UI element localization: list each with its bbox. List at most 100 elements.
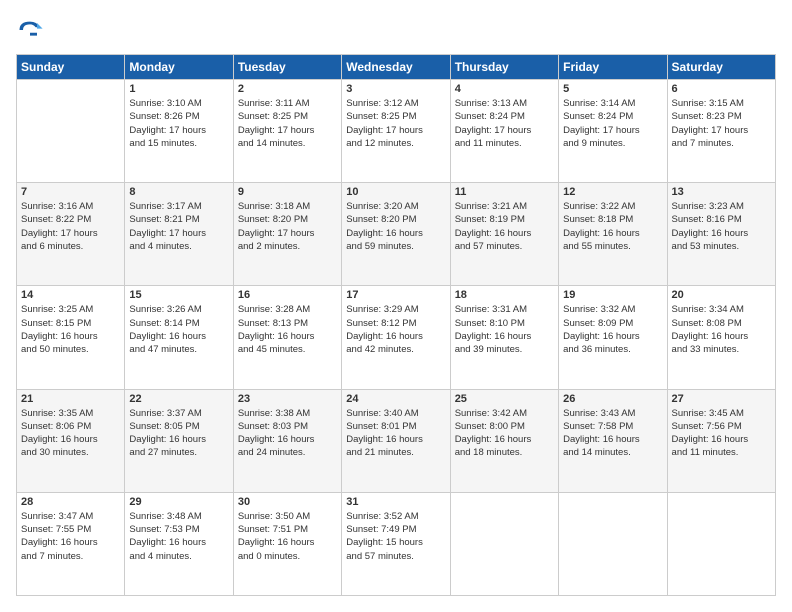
day-info: Sunrise: 3:31 AM Sunset: 8:10 PM Dayligh…: [455, 303, 554, 356]
day-cell: 10 Sunrise: 3:20 AM Sunset: 8:20 PM Dayli…: [342, 183, 450, 286]
day-number: 16: [238, 289, 337, 301]
day-number: 5: [563, 83, 662, 95]
day-number: 21: [21, 393, 120, 405]
day-info: Sunrise: 3:34 AM Sunset: 8:08 PM Dayligh…: [672, 303, 771, 356]
day-cell: 30 Sunrise: 3:50 AM Sunset: 7:51 PM Dayli…: [233, 492, 341, 595]
day-info: Sunrise: 3:18 AM Sunset: 8:20 PM Dayligh…: [238, 200, 337, 253]
day-number: 31: [346, 496, 445, 508]
day-cell: 21 Sunrise: 3:35 AM Sunset: 8:06 PM Dayli…: [17, 389, 125, 492]
day-info: Sunrise: 3:40 AM Sunset: 8:01 PM Dayligh…: [346, 407, 445, 460]
day-cell: 5 Sunrise: 3:14 AM Sunset: 8:24 PM Daylig…: [559, 80, 667, 183]
day-info: Sunrise: 3:13 AM Sunset: 8:24 PM Dayligh…: [455, 97, 554, 150]
day-info: Sunrise: 3:48 AM Sunset: 7:53 PM Dayligh…: [129, 510, 228, 563]
day-cell: 26 Sunrise: 3:43 AM Sunset: 7:58 PM Dayli…: [559, 389, 667, 492]
day-info: Sunrise: 3:43 AM Sunset: 7:58 PM Dayligh…: [563, 407, 662, 460]
day-info: Sunrise: 3:12 AM Sunset: 8:25 PM Dayligh…: [346, 97, 445, 150]
week-row-5: 28 Sunrise: 3:47 AM Sunset: 7:55 PM Dayli…: [17, 492, 776, 595]
day-cell: 24Sunrise: 3:40 AM Sunset: 8:01 PM Dayli…: [342, 389, 450, 492]
day-number: 1: [129, 83, 228, 95]
day-cell: 8 Sunrise: 3:17 AM Sunset: 8:21 PM Daylig…: [125, 183, 233, 286]
day-info: Sunrise: 3:22 AM Sunset: 8:18 PM Dayligh…: [563, 200, 662, 253]
header-cell-friday: Friday: [559, 55, 667, 80]
day-cell: 29 Sunrise: 3:48 AM Sunset: 7:53 PM Dayli…: [125, 492, 233, 595]
day-number: 22: [129, 393, 228, 405]
calendar-body: 1 Sunrise: 3:10 AM Sunset: 8:26 PM Daylig…: [17, 80, 776, 596]
day-number: 26: [563, 393, 662, 405]
day-cell: 16 Sunrise: 3:28 AM Sunset: 8:13 PM Dayli…: [233, 286, 341, 389]
week-row-4: 21 Sunrise: 3:35 AM Sunset: 8:06 PM Dayli…: [17, 389, 776, 492]
logo-icon: [16, 16, 44, 44]
week-row-3: 14Sunrise: 3:25 AM Sunset: 8:15 PM Dayli…: [17, 286, 776, 389]
day-cell: 22Sunrise: 3:37 AM Sunset: 8:05 PM Dayli…: [125, 389, 233, 492]
day-cell: 4 Sunrise: 3:13 AM Sunset: 8:24 PM Daylig…: [450, 80, 558, 183]
day-info: Sunrise: 3:20 AM Sunset: 8:20 PM Dayligh…: [346, 200, 445, 253]
header-cell-thursday: Thursday: [450, 55, 558, 80]
header-cell-saturday: Saturday: [667, 55, 775, 80]
day-info: Sunrise: 3:15 AM Sunset: 8:23 PM Dayligh…: [672, 97, 771, 150]
day-cell: [559, 492, 667, 595]
day-info: Sunrise: 3:21 AM Sunset: 8:19 PM Dayligh…: [455, 200, 554, 253]
day-cell: [667, 492, 775, 595]
day-info: Sunrise: 3:45 AM Sunset: 7:56 PM Dayligh…: [672, 407, 771, 460]
day-info: Sunrise: 3:32 AM Sunset: 8:09 PM Dayligh…: [563, 303, 662, 356]
day-cell: 17Sunrise: 3:29 AM Sunset: 8:12 PM Dayli…: [342, 286, 450, 389]
day-info: Sunrise: 3:14 AM Sunset: 8:24 PM Dayligh…: [563, 97, 662, 150]
day-cell: 6 Sunrise: 3:15 AM Sunset: 8:23 PM Daylig…: [667, 80, 775, 183]
day-info: Sunrise: 3:10 AM Sunset: 8:26 PM Dayligh…: [129, 97, 228, 150]
day-info: Sunrise: 3:47 AM Sunset: 7:55 PM Dayligh…: [21, 510, 120, 563]
day-info: Sunrise: 3:50 AM Sunset: 7:51 PM Dayligh…: [238, 510, 337, 563]
day-number: 28: [21, 496, 120, 508]
day-cell: 15 Sunrise: 3:26 AM Sunset: 8:14 PM Dayli…: [125, 286, 233, 389]
day-cell: 9 Sunrise: 3:18 AM Sunset: 8:20 PM Daylig…: [233, 183, 341, 286]
day-number: 29: [129, 496, 228, 508]
day-cell: 31 Sunrise: 3:52 AM Sunset: 7:49 PM Dayli…: [342, 492, 450, 595]
day-number: 30: [238, 496, 337, 508]
day-number: 4: [455, 83, 554, 95]
day-cell: 23 Sunrise: 3:38 AM Sunset: 8:03 PM Dayli…: [233, 389, 341, 492]
day-number: 6: [672, 83, 771, 95]
day-info: Sunrise: 3:52 AM Sunset: 7:49 PM Dayligh…: [346, 510, 445, 563]
day-cell: 19Sunrise: 3:32 AM Sunset: 8:09 PM Dayli…: [559, 286, 667, 389]
calendar-table: SundayMondayTuesdayWednesdayThursdayFrid…: [16, 54, 776, 596]
day-cell: 14Sunrise: 3:25 AM Sunset: 8:15 PM Dayli…: [17, 286, 125, 389]
day-cell: 3Sunrise: 3:12 AM Sunset: 8:25 PM Daylig…: [342, 80, 450, 183]
day-number: 14: [21, 289, 120, 301]
day-cell: 25 Sunrise: 3:42 AM Sunset: 8:00 PM Dayli…: [450, 389, 558, 492]
day-info: Sunrise: 3:42 AM Sunset: 8:00 PM Dayligh…: [455, 407, 554, 460]
day-cell: 27 Sunrise: 3:45 AM Sunset: 7:56 PM Dayli…: [667, 389, 775, 492]
day-info: Sunrise: 3:11 AM Sunset: 8:25 PM Dayligh…: [238, 97, 337, 150]
day-number: 18: [455, 289, 554, 301]
day-info: Sunrise: 3:38 AM Sunset: 8:03 PM Dayligh…: [238, 407, 337, 460]
day-number: 11: [455, 186, 554, 198]
day-cell: 12 Sunrise: 3:22 AM Sunset: 8:18 PM Dayli…: [559, 183, 667, 286]
day-info: Sunrise: 3:35 AM Sunset: 8:06 PM Dayligh…: [21, 407, 120, 460]
day-cell: 20 Sunrise: 3:34 AM Sunset: 8:08 PM Dayli…: [667, 286, 775, 389]
day-cell: 7Sunrise: 3:16 AM Sunset: 8:22 PM Daylig…: [17, 183, 125, 286]
day-number: 27: [672, 393, 771, 405]
day-cell: 1 Sunrise: 3:10 AM Sunset: 8:26 PM Daylig…: [125, 80, 233, 183]
day-info: Sunrise: 3:26 AM Sunset: 8:14 PM Dayligh…: [129, 303, 228, 356]
day-number: 23: [238, 393, 337, 405]
day-info: Sunrise: 3:29 AM Sunset: 8:12 PM Dayligh…: [346, 303, 445, 356]
day-number: 2: [238, 83, 337, 95]
week-row-2: 7Sunrise: 3:16 AM Sunset: 8:22 PM Daylig…: [17, 183, 776, 286]
day-number: 7: [21, 186, 120, 198]
header-cell-tuesday: Tuesday: [233, 55, 341, 80]
day-info: Sunrise: 3:17 AM Sunset: 8:21 PM Dayligh…: [129, 200, 228, 253]
day-number: 12: [563, 186, 662, 198]
day-cell: 11 Sunrise: 3:21 AM Sunset: 8:19 PM Dayli…: [450, 183, 558, 286]
day-cell: 13 Sunrise: 3:23 AM Sunset: 8:16 PM Dayli…: [667, 183, 775, 286]
logo: [16, 16, 48, 44]
day-number: 20: [672, 289, 771, 301]
day-number: 10: [346, 186, 445, 198]
day-info: Sunrise: 3:23 AM Sunset: 8:16 PM Dayligh…: [672, 200, 771, 253]
day-cell: 18 Sunrise: 3:31 AM Sunset: 8:10 PM Dayli…: [450, 286, 558, 389]
day-info: Sunrise: 3:28 AM Sunset: 8:13 PM Dayligh…: [238, 303, 337, 356]
day-number: 15: [129, 289, 228, 301]
header-cell-wednesday: Wednesday: [342, 55, 450, 80]
day-number: 13: [672, 186, 771, 198]
day-number: 8: [129, 186, 228, 198]
day-number: 25: [455, 393, 554, 405]
day-cell: [450, 492, 558, 595]
day-number: 9: [238, 186, 337, 198]
